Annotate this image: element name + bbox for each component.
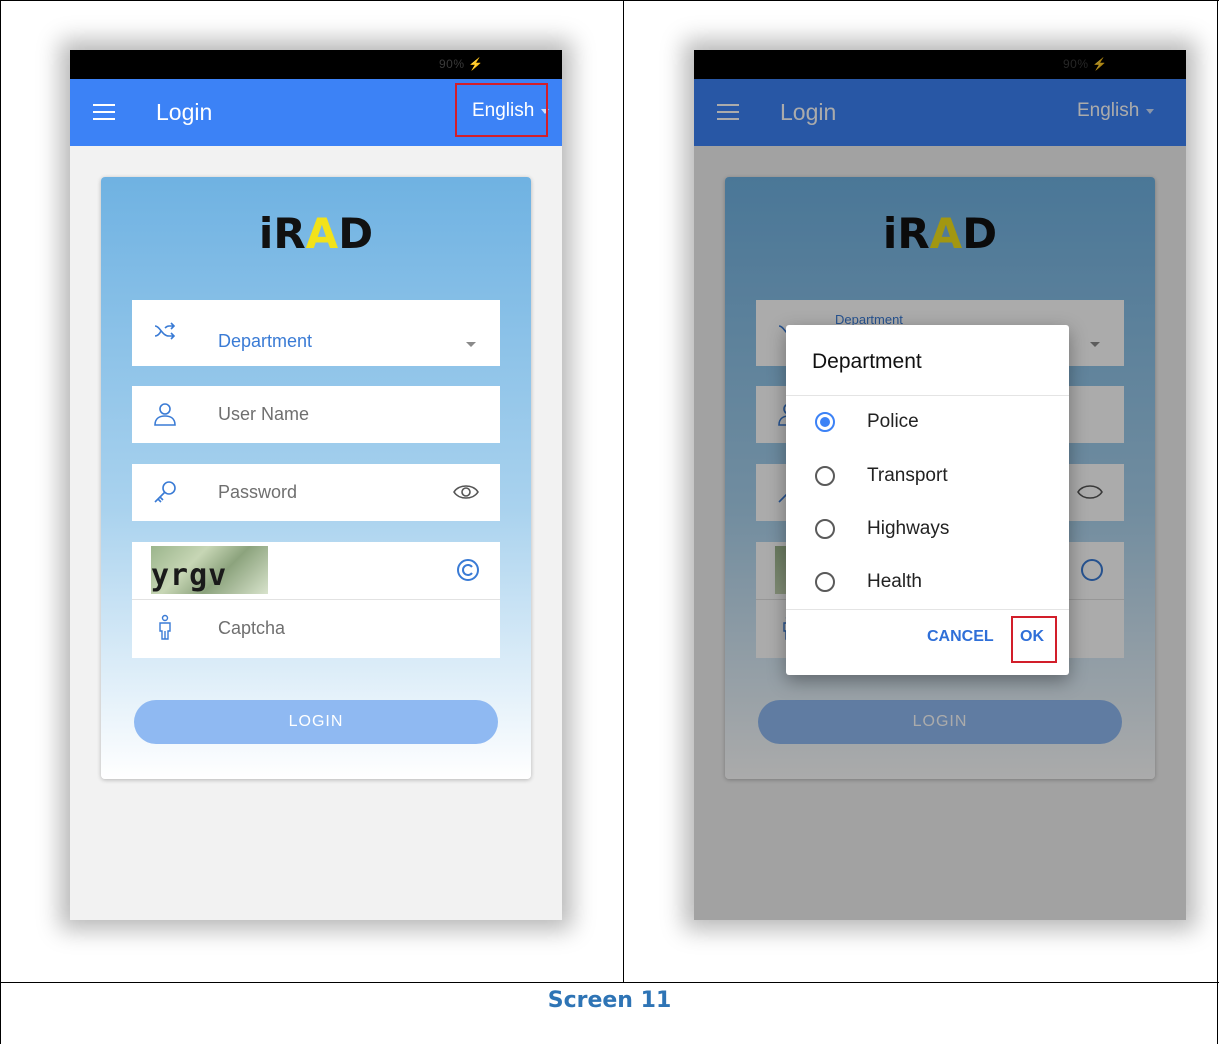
option-health[interactable]: Health xyxy=(786,557,1069,610)
option-label: Transport xyxy=(867,465,948,486)
chevron-down-icon xyxy=(466,342,476,347)
radio-selected-icon[interactable] xyxy=(815,412,835,432)
username-field[interactable]: User Name xyxy=(132,386,500,443)
option-police[interactable]: Police xyxy=(786,397,1069,450)
radio-icon[interactable] xyxy=(815,572,835,592)
figure-caption: Screen 11 xyxy=(547,988,672,1013)
dialog-title: Department xyxy=(812,350,922,373)
cancel-button[interactable]: CANCEL xyxy=(927,628,994,646)
captcha-input[interactable]: Captcha xyxy=(218,618,285,639)
table-border-top xyxy=(0,0,1219,1)
department-select[interactable]: Department xyxy=(132,300,500,366)
table-divider-vertical xyxy=(623,0,624,983)
option-label: Health xyxy=(867,571,922,592)
divider xyxy=(132,599,500,600)
login-button[interactable]: LOGIN xyxy=(134,700,498,744)
login-card: iRAD Department User Name Password yrgv … xyxy=(101,177,531,779)
phone-screenshot-department-dialog: 90% ⚡ Login English iRAD Department LOGI… xyxy=(694,50,1186,920)
divider xyxy=(786,609,1069,610)
radio-icon[interactable] xyxy=(815,466,835,486)
option-transport[interactable]: Transport xyxy=(786,451,1069,504)
captcha-image: yrgv xyxy=(151,546,268,594)
highlight-box xyxy=(1011,616,1057,663)
table-border-right xyxy=(1217,0,1218,1044)
shuffle-icon xyxy=(154,322,176,340)
app-logo: iRAD xyxy=(258,209,374,258)
menu-icon[interactable] xyxy=(93,104,115,120)
captcha-box: yrgv Captcha xyxy=(132,542,500,658)
option-label: Highways xyxy=(867,518,950,539)
department-placeholder: Department xyxy=(218,331,313,351)
password-placeholder: Password xyxy=(218,482,298,502)
refresh-icon[interactable] xyxy=(456,558,480,582)
table-border-left xyxy=(0,0,1,1044)
radio-icon[interactable] xyxy=(815,519,835,539)
password-field[interactable]: Password xyxy=(132,464,500,521)
option-label: Police xyxy=(867,411,919,432)
phone-screenshot-login: 90% ⚡ Login English iRAD Department User… xyxy=(70,50,562,920)
status-bar: 90% ⚡ xyxy=(70,50,562,79)
divider xyxy=(786,395,1069,396)
user-icon xyxy=(154,403,176,426)
battery-status: 90% ⚡ xyxy=(439,57,484,71)
table-divider-horizontal xyxy=(0,982,1219,983)
person-icon xyxy=(159,614,171,640)
option-highways[interactable]: Highways xyxy=(786,504,1069,557)
department-dialog: Department Police Transport Highways Hea… xyxy=(786,325,1069,675)
username-placeholder: User Name xyxy=(218,404,310,424)
eye-icon[interactable] xyxy=(452,482,480,502)
key-icon xyxy=(154,481,176,503)
page-title: Login xyxy=(156,99,213,125)
highlight-box xyxy=(455,83,548,137)
